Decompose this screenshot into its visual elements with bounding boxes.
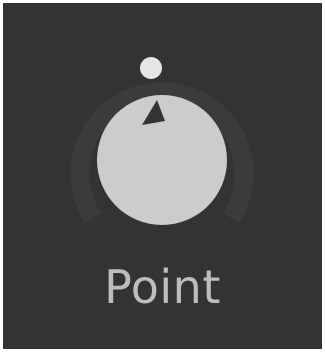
knob-graphic	[70, 57, 254, 225]
knob-panel: Point	[3, 3, 322, 349]
point-knob[interactable]	[3, 3, 322, 263]
knob-value-dot[interactable]	[140, 57, 162, 79]
knob-label: Point	[104, 260, 221, 314]
